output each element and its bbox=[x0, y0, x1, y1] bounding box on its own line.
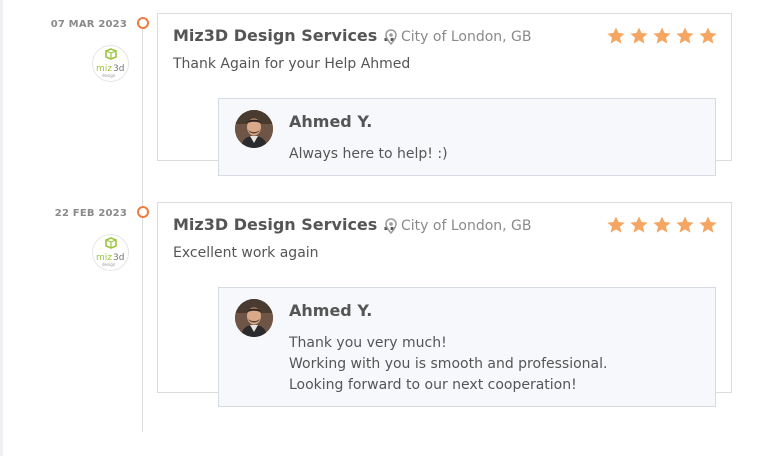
star-icon bbox=[653, 27, 671, 44]
reply-author[interactable]: Ahmed Y. bbox=[289, 112, 372, 131]
avatar[interactable] bbox=[235, 110, 273, 148]
company-logo[interactable]: miz 3d design bbox=[92, 234, 129, 271]
timeline-dot bbox=[137, 206, 149, 218]
location-text: City of London, GB bbox=[401, 218, 532, 234]
star-icon bbox=[630, 216, 648, 233]
reply-box: Ahmed Y. Thank you very much! Working wi… bbox=[218, 287, 716, 407]
reply-box: Ahmed Y. Always here to help! :) bbox=[218, 98, 716, 176]
company-logo[interactable]: miz 3d design bbox=[92, 45, 129, 82]
location: City of London, GB bbox=[385, 29, 532, 45]
reply-line: Always here to help! :) bbox=[289, 146, 448, 162]
timeline-dot bbox=[137, 17, 149, 29]
star-icon bbox=[676, 216, 694, 233]
star-icon bbox=[653, 216, 671, 233]
logo-subtext: design bbox=[102, 73, 116, 78]
star-icon bbox=[676, 27, 694, 44]
reply-line: Thank you very much! bbox=[289, 335, 447, 351]
location: City of London, GB bbox=[385, 218, 532, 234]
review-text: Excellent work again bbox=[173, 245, 319, 261]
star-icon bbox=[607, 216, 625, 233]
star-icon bbox=[699, 27, 717, 44]
review-text: Thank Again for your Help Ahmed bbox=[173, 56, 411, 72]
star-rating bbox=[606, 215, 721, 235]
reply-author[interactable]: Ahmed Y. bbox=[289, 301, 372, 320]
page-left-border bbox=[0, 0, 3, 456]
timeline-line bbox=[142, 24, 143, 432]
company-name[interactable]: Miz3D Design Services .. bbox=[173, 215, 395, 234]
star-icon bbox=[607, 27, 625, 44]
star-rating bbox=[606, 26, 721, 46]
reply-line: Looking forward to our next cooperation! bbox=[289, 377, 577, 393]
map-pin-icon bbox=[385, 29, 397, 45]
review-date: 07 MAR 2023 bbox=[50, 19, 127, 30]
location-text: City of London, GB bbox=[401, 29, 532, 45]
star-icon bbox=[699, 216, 717, 233]
logo-subtext: design bbox=[102, 262, 116, 267]
star-icon bbox=[630, 27, 648, 44]
company-name[interactable]: Miz3D Design Services .. bbox=[173, 26, 395, 45]
map-pin-icon bbox=[385, 218, 397, 234]
reply-text: Thank you very much! Working with you is… bbox=[289, 333, 607, 396]
reply-text: Always here to help! :) bbox=[289, 144, 448, 165]
review-date: 22 FEB 2023 bbox=[54, 208, 127, 219]
reply-line: Working with you is smooth and professio… bbox=[289, 356, 608, 372]
avatar[interactable] bbox=[235, 299, 273, 337]
